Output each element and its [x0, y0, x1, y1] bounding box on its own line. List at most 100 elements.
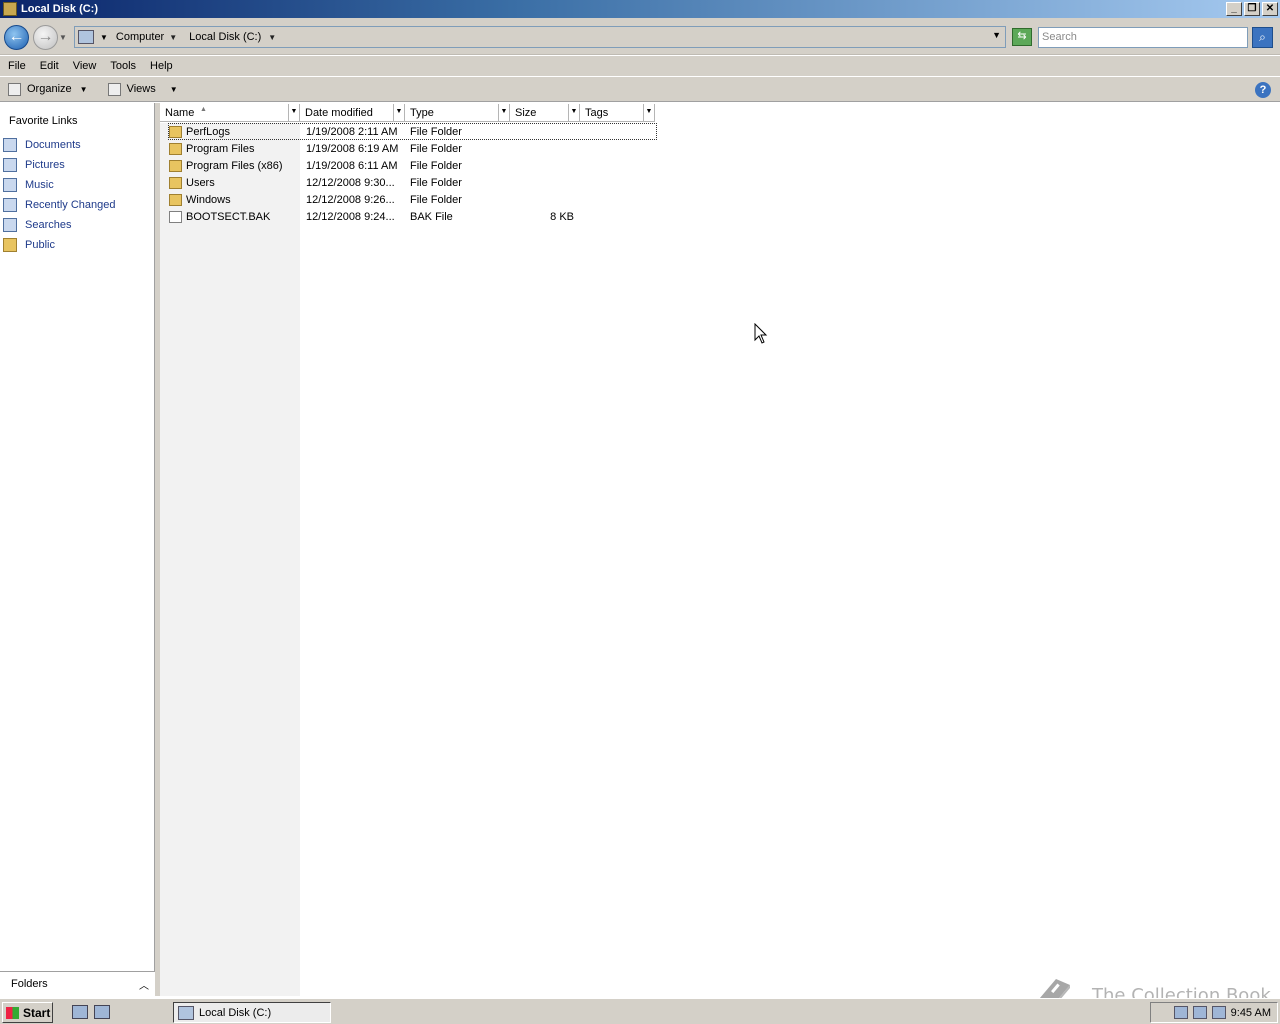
show-desktop-icon[interactable]	[94, 1005, 110, 1019]
close-button[interactable]: ✕	[1262, 2, 1278, 16]
nav-link-music[interactable]: Music	[0, 175, 154, 195]
file-list: Name ▲ ▼ Date modified ▼ Type ▼ Size ▼ T…	[160, 103, 1280, 996]
network-icon[interactable]	[1192, 1006, 1207, 1019]
file-date: 12/12/2008 9:24...	[306, 210, 395, 223]
sorted-column-highlight	[160, 123, 300, 996]
menu-help[interactable]: Help	[142, 60, 179, 72]
views-button[interactable]: Views ▼	[107, 82, 184, 96]
nav-link-searches[interactable]: Searches	[0, 215, 154, 235]
search-button[interactable]: ⌕	[1252, 27, 1273, 48]
volume-icon[interactable]	[1211, 1006, 1226, 1019]
organize-button[interactable]: Organize ▼	[8, 82, 94, 96]
file-row[interactable]: Program Files 1/19/2008 6:19 AM File Fol…	[168, 140, 657, 157]
file-row[interactable]: BOOTSECT.BAK 12/12/2008 9:24... BAK File…	[168, 208, 657, 225]
sort-ascending-icon: ▲	[200, 106, 207, 113]
pictures-icon	[3, 158, 17, 172]
file-date: 1/19/2008 6:19 AM	[306, 142, 399, 155]
restore-button[interactable]: ❐	[1244, 2, 1260, 16]
nav-link-recently-changed[interactable]: Recently Changed	[0, 195, 154, 215]
file-date: 12/12/2008 9:26...	[306, 193, 395, 206]
menu-tools[interactable]: Tools	[102, 60, 142, 72]
help-icon: ?	[1259, 84, 1267, 96]
system-tray: 9:45 AM	[1150, 1002, 1278, 1023]
file-row[interactable]: PerfLogs 1/19/2008 2:11 AM File Folder	[168, 123, 657, 140]
refresh-icon: ⇆	[1017, 30, 1027, 42]
file-row[interactable]: Users 12/12/2008 9:30... File Folder	[168, 174, 657, 191]
help-button[interactable]: ?	[1255, 82, 1271, 98]
file-rows: PerfLogs 1/19/2008 2:11 AM File Folder P…	[168, 123, 657, 225]
column-header-type[interactable]: Type ▼	[405, 104, 510, 122]
refresh-button[interactable]: ⇆	[1012, 28, 1032, 46]
column-header-tags[interactable]: Tags ▼	[580, 104, 655, 122]
breadcrumb-computer[interactable]: Computer ▼	[116, 31, 183, 43]
nav-link-documents[interactable]: Documents	[0, 135, 154, 155]
favorite-links-heading: Favorite Links	[9, 115, 78, 127]
search-input[interactable]: Search	[1038, 27, 1248, 48]
minimize-button[interactable]: _	[1226, 2, 1242, 16]
clock[interactable]: 9:45 AM	[1231, 1007, 1271, 1019]
file-date: 1/19/2008 2:11 AM	[306, 125, 398, 138]
folders-toggle[interactable]: Folders ︿	[0, 971, 155, 996]
folder-icon	[169, 142, 182, 155]
file-type: File Folder	[410, 193, 462, 206]
filter-dropdown-icon[interactable]: ▼	[393, 104, 404, 121]
nav-link-pictures[interactable]: Pictures	[0, 155, 154, 175]
breadcrumb-local-disk[interactable]: Local Disk (C:) ▼	[189, 31, 282, 43]
back-button[interactable]: ←	[4, 25, 29, 50]
organize-icon	[8, 82, 21, 96]
mouse-cursor-icon	[754, 323, 768, 344]
filter-dropdown-icon[interactable]: ▼	[288, 104, 299, 121]
file-type: File Folder	[410, 125, 462, 138]
security-icon[interactable]	[1173, 1006, 1188, 1019]
breadcrumb-separator-icon[interactable]: ▼	[268, 33, 276, 42]
file-type: File Folder	[410, 159, 462, 172]
views-icon	[107, 82, 121, 96]
file-name: Program Files	[186, 142, 255, 155]
searches-icon	[3, 218, 17, 232]
menu-file[interactable]: File	[0, 60, 32, 72]
start-button[interactable]: Start	[2, 1002, 53, 1023]
column-header-name[interactable]: Name ▲ ▼	[160, 104, 300, 122]
recent-pages-dropdown[interactable]: ▼	[59, 33, 67, 42]
file-name: PerfLogs	[186, 125, 231, 138]
filter-dropdown-icon[interactable]: ▼	[568, 104, 579, 121]
address-history-dropdown[interactable]: ▼	[992, 30, 1001, 40]
file-row[interactable]: Program Files (x86) 1/19/2008 6:11 AM Fi…	[168, 157, 657, 174]
local-disk-icon	[178, 1005, 194, 1020]
forward-button[interactable]: →	[33, 25, 58, 50]
documents-icon	[3, 138, 17, 152]
chevron-up-icon: ︿	[139, 980, 149, 992]
explorer-window-icon[interactable]	[3, 2, 17, 16]
filter-dropdown-icon[interactable]: ▼	[498, 104, 509, 121]
menu-view[interactable]: View	[65, 60, 103, 72]
taskbar-item-local-disk[interactable]: Local Disk (C:)	[173, 1002, 331, 1023]
taskbar: Start Local Disk (C:) 9:45 AM	[0, 998, 1280, 1024]
file-name: Program Files (x86)	[186, 159, 283, 172]
column-header-row: Name ▲ ▼ Date modified ▼ Type ▼ Size ▼ T…	[160, 104, 655, 122]
navigation-pane: Favorite Links Documents Pictures Music …	[0, 103, 155, 996]
breadcrumb-root-arrow[interactable]: ▼	[100, 33, 108, 42]
folder-icon	[169, 193, 182, 206]
menu-edit[interactable]: Edit	[32, 60, 65, 72]
server-manager-icon[interactable]	[72, 1005, 88, 1019]
column-header-date-modified[interactable]: Date modified ▼	[300, 104, 405, 122]
column-header-size[interactable]: Size ▼	[510, 104, 580, 122]
folder-icon	[169, 176, 182, 189]
nav-link-public[interactable]: Public	[0, 235, 154, 255]
file-name: Users	[186, 176, 215, 189]
public-folder-icon	[3, 238, 17, 252]
address-bar[interactable]: ▼ Computer ▼ Local Disk (C:) ▼ ▼	[74, 26, 1006, 48]
file-row[interactable]: Windows 12/12/2008 9:26... File Folder	[168, 191, 657, 208]
breadcrumb-separator-icon[interactable]: ▼	[169, 33, 177, 42]
chevron-down-icon: ▼	[79, 84, 88, 94]
file-date: 12/12/2008 9:30...	[306, 176, 395, 189]
file-name: BOOTSECT.BAK	[186, 210, 271, 223]
window-controls: _ ❐ ✕	[1226, 2, 1278, 16]
forward-arrow-icon: →	[37, 28, 54, 45]
recently-changed-icon	[3, 198, 17, 212]
filter-dropdown-icon[interactable]: ▼	[643, 104, 654, 121]
title-bar[interactable]: Local Disk (C:) _ ❐ ✕	[0, 0, 1280, 18]
folder-icon	[169, 125, 182, 138]
windows-logo-icon	[6, 1006, 19, 1019]
chevron-down-icon[interactable]: ▼	[170, 85, 178, 94]
